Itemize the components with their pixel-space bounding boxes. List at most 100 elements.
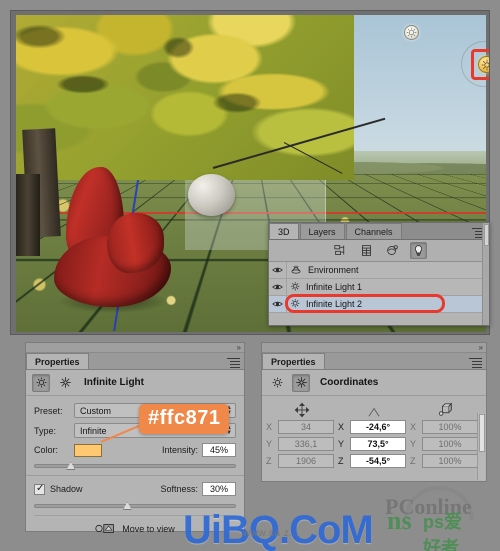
panel-grip[interactable]: » xyxy=(262,343,486,353)
axis-label: Z xyxy=(266,456,278,466)
color-row: Color: Intensity: 45% xyxy=(34,443,236,457)
position-x-input[interactable]: 34 xyxy=(278,420,334,434)
position-z-input[interactable]: 1906 xyxy=(278,454,334,468)
sculpture-part-arm xyxy=(107,213,163,273)
rotation-x-group: X -24,6° xyxy=(338,420,410,434)
scene-list-scrollbar[interactable] xyxy=(482,223,489,325)
highlight-box-light-gizmo xyxy=(471,49,490,80)
shadow-checkbox[interactable] xyxy=(34,484,45,495)
scale-y-group: Y 100% xyxy=(410,437,482,451)
materials-filter-glyph xyxy=(386,244,399,257)
list-item[interactable]: Environment xyxy=(269,262,489,279)
scale-y-input[interactable]: 100% xyxy=(422,437,478,451)
axis-label: X xyxy=(410,422,422,432)
eye-icon xyxy=(272,266,283,274)
position-z-group: Z 1906 xyxy=(266,454,338,468)
eye-icon xyxy=(272,300,283,308)
coordinates-properties-icon[interactable] xyxy=(292,374,310,392)
axis-label: Y xyxy=(266,439,278,449)
collapse-chevron-icon[interactable]: » xyxy=(479,343,482,352)
table-row: Z 1906 Z -54,5° Z 100% xyxy=(266,454,482,468)
panel-grip[interactable]: » xyxy=(26,343,244,353)
tab-3d[interactable]: 3D xyxy=(269,223,299,239)
visibility-toggle-icon[interactable] xyxy=(269,262,287,278)
rotate-glyph xyxy=(366,406,382,418)
list-item[interactable]: Infinite Light 1 xyxy=(269,279,489,296)
table-row: Y 336,1 Y 73,5° Y 100% xyxy=(266,437,482,451)
axis-label: X xyxy=(266,422,278,432)
3d-panel[interactable]: 3D Layers Channels xyxy=(268,222,490,326)
lightbulb-glyph xyxy=(412,244,425,257)
intensity-input[interactable]: 45% xyxy=(202,443,236,457)
position-column-icon xyxy=(270,402,334,418)
environment-icon xyxy=(287,264,305,276)
visibility-toggle-icon[interactable] xyxy=(269,279,287,295)
type-value: Infinite xyxy=(80,426,107,436)
red-sculpture-object[interactable] xyxy=(54,167,176,310)
materials-filter-icon[interactable] xyxy=(384,242,401,259)
infinite-light-glyph xyxy=(35,376,48,389)
screenshot-root: 3D Layers Channels xyxy=(0,0,500,551)
properties-panel-coordinates[interactable]: » Properties xyxy=(261,342,487,482)
sun-rays-icon xyxy=(406,27,417,38)
rotation-y-input[interactable]: 73,5° xyxy=(350,437,406,451)
mesh-filter-icon[interactable] xyxy=(358,242,375,259)
tree-canopy-shadows xyxy=(16,15,354,180)
panel-menu-icon[interactable] xyxy=(227,356,240,366)
axis-label: Z xyxy=(410,456,422,466)
page-title: Coordinates xyxy=(320,377,378,388)
eye-icon xyxy=(272,283,283,291)
3d-scene-list[interactable]: Environment xyxy=(269,262,489,313)
collapse-chevron-icon[interactable]: » xyxy=(237,343,240,352)
properties-header: Coordinates xyxy=(262,370,486,396)
scene-filter-icon[interactable] xyxy=(332,242,349,259)
scrollbar-thumb[interactable] xyxy=(479,414,485,452)
position-y-input[interactable]: 336,1 xyxy=(278,437,334,451)
color-swatch[interactable] xyxy=(74,444,102,457)
tab-properties[interactable]: Properties xyxy=(26,353,89,369)
color-hex-callout: #ffc871 xyxy=(139,404,229,434)
light-properties-icon[interactable] xyxy=(32,374,50,392)
coordinates-properties-icon[interactable] xyxy=(56,374,74,392)
infinite-light-1-gizmo[interactable] xyxy=(404,25,419,40)
softness-label: Softness: xyxy=(160,484,202,494)
watermark-pconline: PConline ns ps爱好者 xyxy=(385,494,472,520)
tab-properties[interactable]: Properties xyxy=(262,353,325,369)
scrollbar-thumb[interactable] xyxy=(484,224,489,246)
light-properties-icon[interactable] xyxy=(268,374,286,392)
list-item[interactable]: Infinite Light 2 xyxy=(269,296,489,313)
tab-channels[interactable]: Channels xyxy=(346,223,402,239)
properties-tabstrip: Properties xyxy=(262,353,486,370)
tree-trunk-secondary xyxy=(16,174,40,256)
lights-filter-icon[interactable] xyxy=(410,242,427,259)
move-to-view-icon xyxy=(95,522,119,535)
properties-panel-light[interactable]: » Properties xyxy=(25,342,245,532)
coordinates-scrollbar[interactable] xyxy=(477,413,485,480)
tab-layers[interactable]: Layers xyxy=(300,223,345,239)
page-title: Infinite Light xyxy=(84,377,144,388)
properties-tabstrip: Properties xyxy=(26,353,244,370)
scale-cube-glyph xyxy=(437,402,455,418)
watermark-url: www.sa z... xyxy=(243,528,299,539)
axis-label: Y xyxy=(338,439,350,449)
shadow-label: Shadow xyxy=(50,484,83,494)
intensity-label: Intensity: xyxy=(162,445,202,455)
scale-column-icon xyxy=(414,402,478,418)
rotation-z-input[interactable]: -54,5° xyxy=(350,454,406,468)
intensity-slider[interactable] xyxy=(34,462,236,469)
move-to-view-button[interactable]: Move to view xyxy=(95,522,175,535)
divider xyxy=(26,475,244,476)
infinite-light-glyph xyxy=(271,376,284,389)
visibility-toggle-icon[interactable] xyxy=(269,296,287,312)
scale-x-input[interactable]: 100% xyxy=(422,420,478,434)
coordinates-column-headers xyxy=(262,396,486,418)
infinite-light-icon xyxy=(287,281,305,293)
scale-z-input[interactable]: 100% xyxy=(422,454,478,468)
move-arrows-glyph xyxy=(294,402,310,418)
coordinates-rows: X 34 X -24,6° X 100% Y 336,1 Y xyxy=(262,418,486,477)
sphere-object[interactable] xyxy=(188,174,235,217)
softness-input[interactable]: 30% xyxy=(202,482,236,496)
panel-menu-icon[interactable] xyxy=(469,356,482,366)
coordinates-glyph xyxy=(295,376,308,389)
rotation-x-input[interactable]: -24,6° xyxy=(350,420,406,434)
